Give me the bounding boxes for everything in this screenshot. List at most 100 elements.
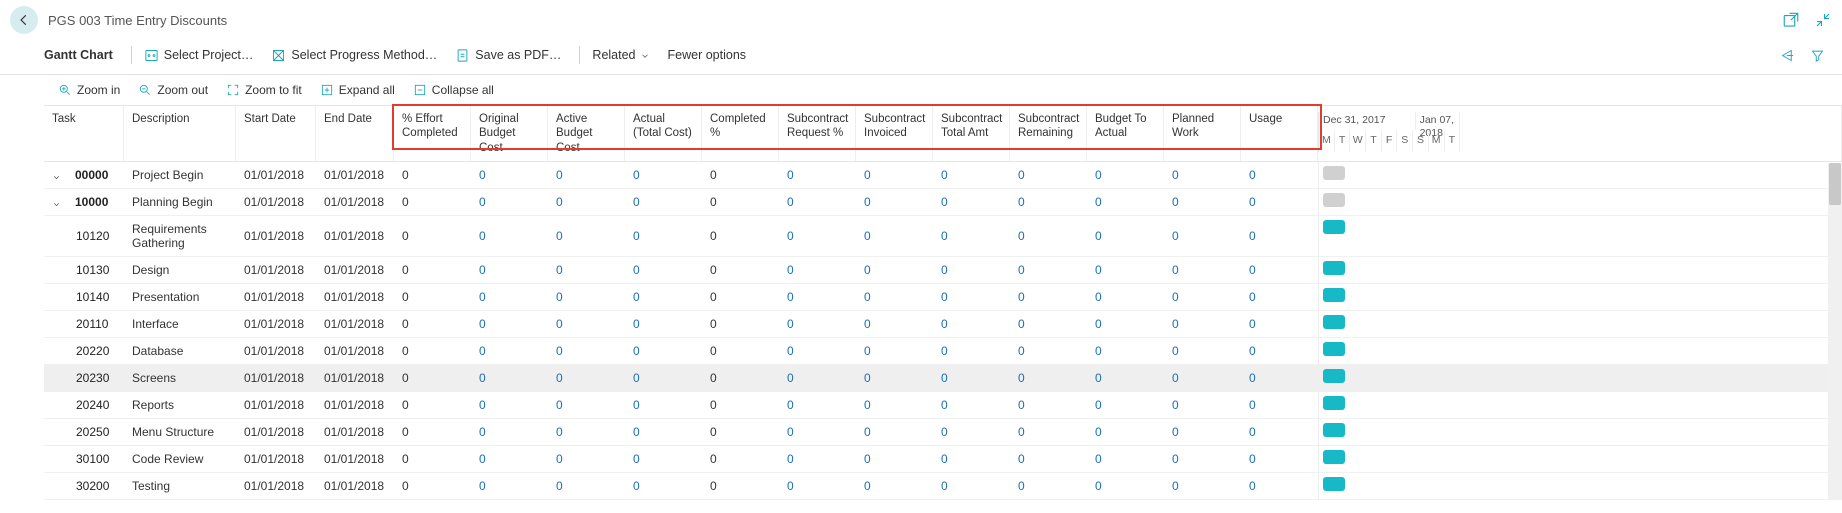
value-link[interactable]: 0 [633, 371, 640, 385]
value-link[interactable]: 0 [1095, 452, 1102, 466]
gantt-bar[interactable] [1323, 193, 1345, 207]
value-link[interactable]: 0 [556, 398, 563, 412]
value-link[interactable]: 0 [1249, 195, 1256, 209]
value-link[interactable]: 0 [1172, 263, 1179, 277]
value-link[interactable]: 0 [1249, 290, 1256, 304]
value-link[interactable]: 0 [479, 168, 486, 182]
value-link[interactable]: 0 [1249, 398, 1256, 412]
table-row[interactable]: 10120Requirements Gathering01/01/201801/… [44, 216, 1842, 257]
value-link[interactable]: 0 [864, 344, 871, 358]
value-link[interactable]: 0 [941, 317, 948, 331]
zoom-out-button[interactable]: Zoom out [138, 83, 208, 97]
value-link[interactable]: 0 [633, 168, 640, 182]
value-link[interactable]: 0 [864, 452, 871, 466]
scrollbar-thumb[interactable] [1829, 163, 1841, 205]
value-link[interactable]: 0 [1018, 425, 1025, 439]
table-row[interactable]: 10130Design01/01/201801/01/2018000000000… [44, 257, 1842, 284]
value-link[interactable]: 0 [479, 229, 486, 243]
value-link[interactable]: 0 [1249, 425, 1256, 439]
value-link[interactable]: 0 [1095, 371, 1102, 385]
value-link[interactable]: 0 [479, 344, 486, 358]
value-link[interactable]: 0 [1095, 168, 1102, 182]
table-row[interactable]: 20110Interface01/01/201801/01/2018000000… [44, 311, 1842, 338]
col-description[interactable]: Description [124, 106, 236, 161]
value-link[interactable]: 0 [1249, 263, 1256, 277]
col-planned-work[interactable]: Planned Work [1164, 106, 1241, 161]
value-link[interactable]: 0 [1018, 263, 1025, 277]
value-link[interactable]: 0 [1018, 398, 1025, 412]
value-link[interactable]: 0 [1018, 168, 1025, 182]
value-link[interactable]: 0 [1249, 479, 1256, 493]
table-row[interactable]: 20220Database01/01/201801/01/20180000000… [44, 338, 1842, 365]
value-link[interactable]: 0 [1172, 452, 1179, 466]
value-link[interactable]: 0 [1172, 168, 1179, 182]
value-link[interactable]: 0 [1095, 263, 1102, 277]
col-active-budget[interactable]: Active Budget Cost [548, 106, 625, 161]
gantt-bar[interactable] [1323, 450, 1345, 464]
value-link[interactable]: 0 [633, 452, 640, 466]
value-link[interactable]: 0 [479, 398, 486, 412]
value-link[interactable]: 0 [1095, 317, 1102, 331]
value-link[interactable]: 0 [864, 263, 871, 277]
gantt-bar[interactable] [1323, 288, 1345, 302]
col-end-date[interactable]: End Date [316, 106, 394, 161]
value-link[interactable]: 0 [787, 479, 794, 493]
col-original-budget[interactable]: Original Budget Cost [471, 106, 548, 161]
value-link[interactable]: 0 [864, 398, 871, 412]
value-link[interactable]: 0 [1172, 317, 1179, 331]
value-link[interactable]: 0 [1172, 195, 1179, 209]
expand-chevron-icon[interactable] [52, 171, 61, 180]
value-link[interactable]: 0 [556, 168, 563, 182]
value-link[interactable]: 0 [864, 479, 871, 493]
col-start-date[interactable]: Start Date [236, 106, 316, 161]
table-row[interactable]: 00000Project Begin01/01/201801/01/201800… [44, 162, 1842, 189]
value-link[interactable]: 0 [1249, 317, 1256, 331]
value-link[interactable]: 0 [1172, 344, 1179, 358]
value-link[interactable]: 0 [633, 425, 640, 439]
gantt-bar[interactable] [1323, 369, 1345, 383]
vertical-scrollbar[interactable] [1828, 163, 1842, 500]
value-link[interactable]: 0 [479, 452, 486, 466]
open-new-window-icon[interactable] [1782, 11, 1800, 29]
col-effort-completed[interactable]: % Effort Completed [394, 106, 471, 161]
value-link[interactable]: 0 [1249, 229, 1256, 243]
value-link[interactable]: 0 [633, 290, 640, 304]
value-link[interactable]: 0 [787, 371, 794, 385]
value-link[interactable]: 0 [941, 425, 948, 439]
value-link[interactable]: 0 [556, 452, 563, 466]
value-link[interactable]: 0 [556, 479, 563, 493]
back-button[interactable] [10, 6, 38, 34]
value-link[interactable]: 0 [556, 290, 563, 304]
value-link[interactable]: 0 [787, 229, 794, 243]
value-link[interactable]: 0 [1018, 479, 1025, 493]
value-link[interactable]: 0 [941, 452, 948, 466]
value-link[interactable]: 0 [633, 263, 640, 277]
table-row[interactable]: 30100Code Review01/01/201801/01/20180000… [44, 446, 1842, 473]
gantt-bar[interactable] [1323, 423, 1345, 437]
value-link[interactable]: 0 [1018, 344, 1025, 358]
collapse-icon[interactable] [1814, 11, 1832, 29]
value-link[interactable]: 0 [941, 195, 948, 209]
table-row[interactable]: 20250Menu Structure01/01/201801/01/20180… [44, 419, 1842, 446]
value-link[interactable]: 0 [1172, 290, 1179, 304]
value-link[interactable]: 0 [1249, 452, 1256, 466]
value-link[interactable]: 0 [556, 195, 563, 209]
value-link[interactable]: 0 [479, 290, 486, 304]
value-link[interactable]: 0 [787, 344, 794, 358]
value-link[interactable]: 0 [1172, 398, 1179, 412]
value-link[interactable]: 0 [787, 168, 794, 182]
toolbar-fewer-options[interactable]: Fewer options [668, 48, 747, 62]
value-link[interactable]: 0 [941, 263, 948, 277]
table-row[interactable]: 20240Reports01/01/201801/01/201800000000… [44, 392, 1842, 419]
value-link[interactable]: 0 [633, 195, 640, 209]
value-link[interactable]: 0 [633, 398, 640, 412]
expand-all-button[interactable]: Expand all [320, 83, 395, 97]
value-link[interactable]: 0 [1095, 398, 1102, 412]
table-row[interactable]: 30200Testing01/01/201801/01/201800000000… [44, 473, 1842, 500]
value-link[interactable]: 0 [1018, 195, 1025, 209]
col-subcontract-invoiced[interactable]: Subcontract Invoiced [856, 106, 933, 161]
value-link[interactable]: 0 [941, 168, 948, 182]
value-link[interactable]: 0 [941, 398, 948, 412]
value-link[interactable]: 0 [941, 479, 948, 493]
toolbar-gantt-chart[interactable]: Gantt Chart [44, 48, 113, 62]
